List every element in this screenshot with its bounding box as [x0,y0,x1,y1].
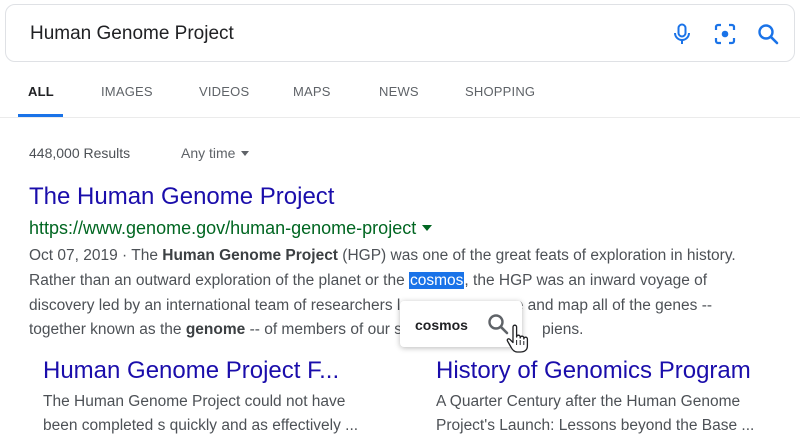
snippet-line-2: Rather than an outward exploration of th… [29,271,707,291]
popup-word[interactable]: cosmos [415,317,468,333]
snippet-text: together known as the [29,321,186,338]
snippet-bold: genome [185,321,246,338]
snippet-line-3: discovery led by an international team o… [29,296,712,316]
card-snippet: A Quarter Century after the Human Genome [436,393,741,410]
snippet-text: discovery led by an international team o… [29,297,401,314]
search-input[interactable]: Human Genome Project [30,23,234,45]
selected-word[interactable]: cosmos [409,272,465,289]
tab-maps[interactable]: MAPS [293,84,331,99]
selection-search-popup[interactable]: cosmos [400,301,522,347]
snippet-text: piens. [542,321,584,338]
search-box[interactable]: Human Genome Project [5,4,795,62]
time-filter-label: Any time [181,145,236,161]
card-snippet: Project's Launch: Lessons beyond the Bas… [436,417,755,434]
tab-shopping[interactable]: SHOPPING [465,84,535,99]
url-dropdown-icon[interactable] [422,225,433,232]
results-count: 448,000 Results [29,145,131,161]
snippet-text: nce and map all of the genes -- [498,297,713,314]
chevron-down-icon [241,150,250,156]
snippet-text: Rather than an outward exploration of th… [29,272,409,289]
card-title-link[interactable]: History of Genomics Program [436,357,751,385]
card-snippet: been completed s quickly and as effectiv… [43,417,359,434]
result-url[interactable]: https://www.genome.gov/human-genome-proj… [29,218,433,239]
snippet-text: -- of members of our s [245,321,403,338]
tab-videos[interactable]: VIDEOS [199,84,249,99]
search-tabs: ALL IMAGES VIDEOS MAPS NEWS SHOPPING [0,62,800,118]
active-tab-indicator [18,114,63,117]
time-filter-dropdown[interactable]: Any time [181,145,250,161]
snippet-bold: Human Genome Project [162,247,338,264]
snippet-text: , the HGP was an inward voyage of [464,272,708,289]
tab-news[interactable]: NEWS [379,84,419,99]
snippet-date: Oct 07, 2019 · The [29,247,163,264]
lens-icon[interactable] [713,22,737,46]
tab-all[interactable]: ALL [28,84,54,99]
snippet-text: (HGP) was one of the great feats of expl… [337,247,736,264]
tab-images[interactable]: IMAGES [101,84,153,99]
result-title-link[interactable]: The Human Genome Project [29,183,334,211]
hand-cursor-icon [505,324,531,354]
snippet-line-1: Oct 07, 2019 · The Human Genome Project … [29,246,736,266]
card-snippet: The Human Genome Project could not have [43,393,346,410]
card-title-link[interactable]: Human Genome Project F... [43,357,339,385]
search-icon[interactable] [756,22,780,46]
result-url-text[interactable]: https://www.genome.gov/human-genome-proj… [29,218,416,238]
microphone-icon[interactable] [670,22,694,46]
